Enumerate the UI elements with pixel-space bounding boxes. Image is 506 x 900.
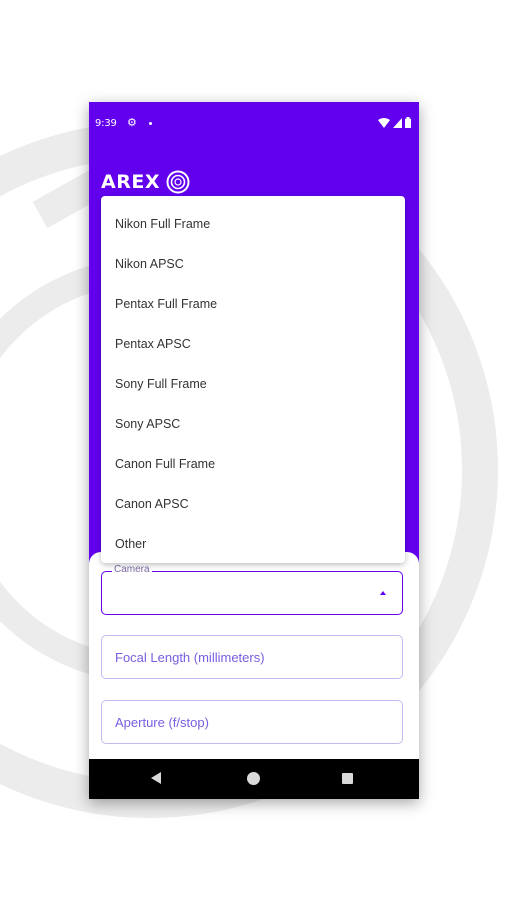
camera-dropdown-menu: Nikon Full Frame Nikon APSC Pentax Full … xyxy=(101,196,405,563)
notification-dot-icon xyxy=(149,122,152,125)
dropdown-option[interactable]: Canon APSC xyxy=(115,496,189,512)
settings-icon: ⚙ xyxy=(127,117,137,129)
dropdown-option[interactable]: Canon Full Frame xyxy=(115,456,215,472)
logo-text: AREX xyxy=(101,171,160,193)
navigation-bar xyxy=(89,759,419,799)
aperture-logo-icon xyxy=(166,170,190,194)
caret-up-icon[interactable] xyxy=(380,591,386,595)
dropdown-option[interactable]: Pentax APSC xyxy=(115,336,191,352)
recents-icon[interactable] xyxy=(342,773,353,784)
dropdown-option[interactable]: Sony Full Frame xyxy=(115,376,207,392)
status-time: 9:39 xyxy=(95,118,117,129)
dropdown-option[interactable]: Nikon APSC xyxy=(115,256,184,272)
dropdown-option[interactable]: Pentax Full Frame xyxy=(115,296,217,312)
home-icon[interactable] xyxy=(247,772,260,785)
back-icon[interactable] xyxy=(151,772,161,784)
focal-length-placeholder: Focal Length (millimeters) xyxy=(115,650,265,665)
camera-select[interactable]: Camera xyxy=(101,565,403,615)
camera-label: Camera xyxy=(112,564,152,575)
aperture-input[interactable]: Aperture (f/stop) xyxy=(101,700,403,744)
battery-icon xyxy=(405,117,411,128)
app-logo: AREX xyxy=(101,170,190,194)
screenshot-stage: 9:39 ⚙ AREX Camera Focal Length (millime… xyxy=(0,0,506,900)
wifi-icon xyxy=(378,117,390,128)
signal-icon xyxy=(393,117,402,128)
dropdown-option[interactable]: Sony APSC xyxy=(115,416,180,432)
form-sheet: Camera Focal Length (millimeters) Apertu… xyxy=(89,552,419,762)
dropdown-option[interactable]: Nikon Full Frame xyxy=(115,216,210,232)
aperture-placeholder: Aperture (f/stop) xyxy=(115,715,209,730)
phone-screen: 9:39 ⚙ AREX Camera Focal Length (millime… xyxy=(89,102,419,799)
dropdown-option[interactable]: Other xyxy=(115,536,146,552)
status-bar: 9:39 ⚙ xyxy=(89,102,419,144)
status-icons xyxy=(378,117,411,128)
focal-length-input[interactable]: Focal Length (millimeters) xyxy=(101,635,403,679)
